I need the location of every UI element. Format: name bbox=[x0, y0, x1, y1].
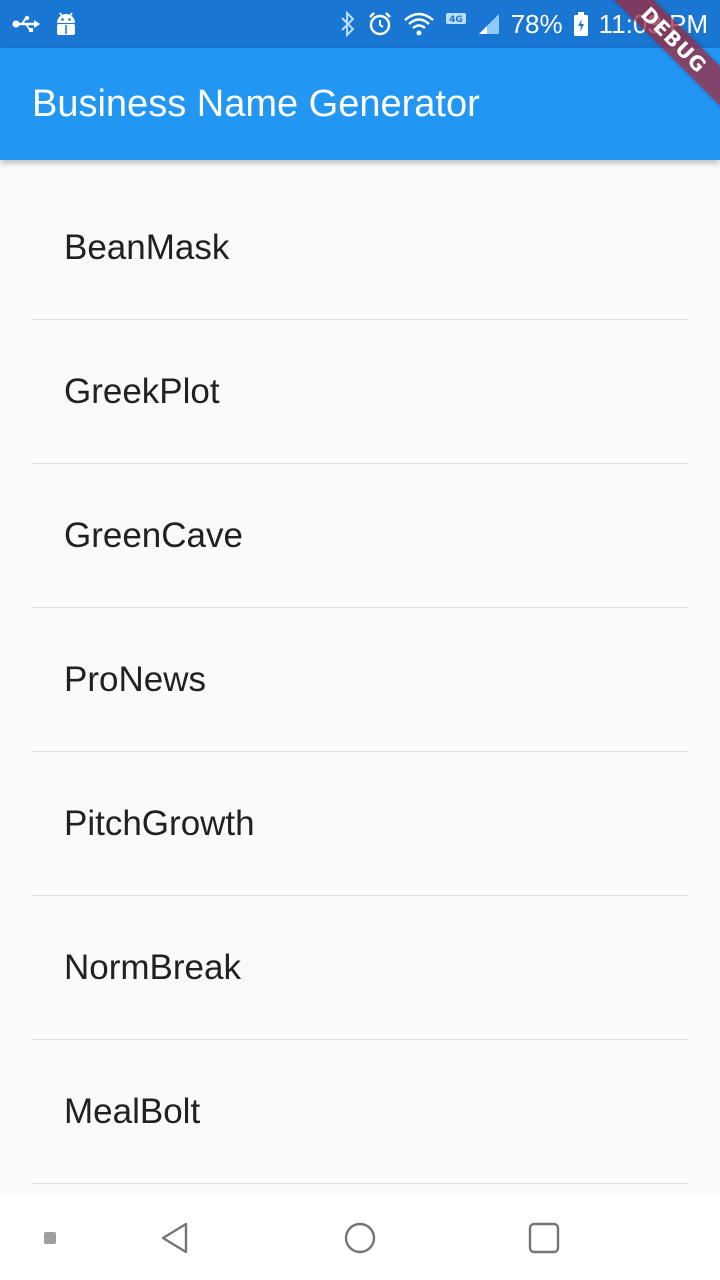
bluetooth-icon bbox=[339, 10, 357, 38]
list-item-label: PitchGrowth bbox=[64, 804, 255, 843]
list-item[interactable]: PitchGrowth bbox=[32, 752, 688, 896]
signal-icon bbox=[477, 12, 501, 36]
list-item-label: NormBreak bbox=[64, 948, 241, 987]
home-icon[interactable] bbox=[330, 1196, 390, 1280]
screen: 4G 78% 11:03 PM DEBUG Busine bbox=[0, 0, 720, 1280]
list-item[interactable]: ProNews bbox=[32, 608, 688, 752]
list-item-label: GreenCave bbox=[64, 516, 243, 555]
battery-icon bbox=[573, 11, 589, 37]
recents-icon[interactable] bbox=[514, 1196, 574, 1280]
navigation-bar bbox=[0, 1196, 720, 1280]
back-icon[interactable] bbox=[145, 1196, 205, 1280]
status-left-icons bbox=[12, 10, 78, 38]
battery-percent: 78% bbox=[510, 9, 563, 39]
list-item-label: BeanMask bbox=[64, 228, 230, 267]
list-item[interactable]: MealBolt bbox=[32, 1040, 688, 1184]
dot-icon bbox=[30, 1196, 70, 1280]
wifi-icon bbox=[403, 11, 435, 37]
list-item-label: MealBolt bbox=[64, 1092, 201, 1131]
usb-icon bbox=[12, 14, 40, 34]
list-item[interactable]: BeanMask bbox=[32, 160, 688, 320]
list-item[interactable]: GreenCave bbox=[32, 464, 688, 608]
business-name-list[interactable]: BeanMask GreekPlot GreenCave ProNews Pit… bbox=[32, 160, 688, 1196]
alarm-icon bbox=[367, 11, 393, 37]
list-item[interactable]: GreekPlot bbox=[32, 320, 688, 464]
list-item-label: ProNews bbox=[64, 660, 206, 699]
list-item[interactable]: NormBreak bbox=[32, 896, 688, 1040]
android-debug-icon bbox=[54, 11, 78, 37]
svg-text:4G: 4G bbox=[449, 15, 463, 25]
network-type-label: 4G bbox=[445, 11, 467, 37]
status-bar: 4G 78% 11:03 PM bbox=[0, 0, 720, 48]
list-item-label: GreekPlot bbox=[64, 372, 220, 411]
page-title: Business Name Generator bbox=[32, 83, 480, 125]
app-bar: Business Name Generator bbox=[0, 48, 720, 160]
